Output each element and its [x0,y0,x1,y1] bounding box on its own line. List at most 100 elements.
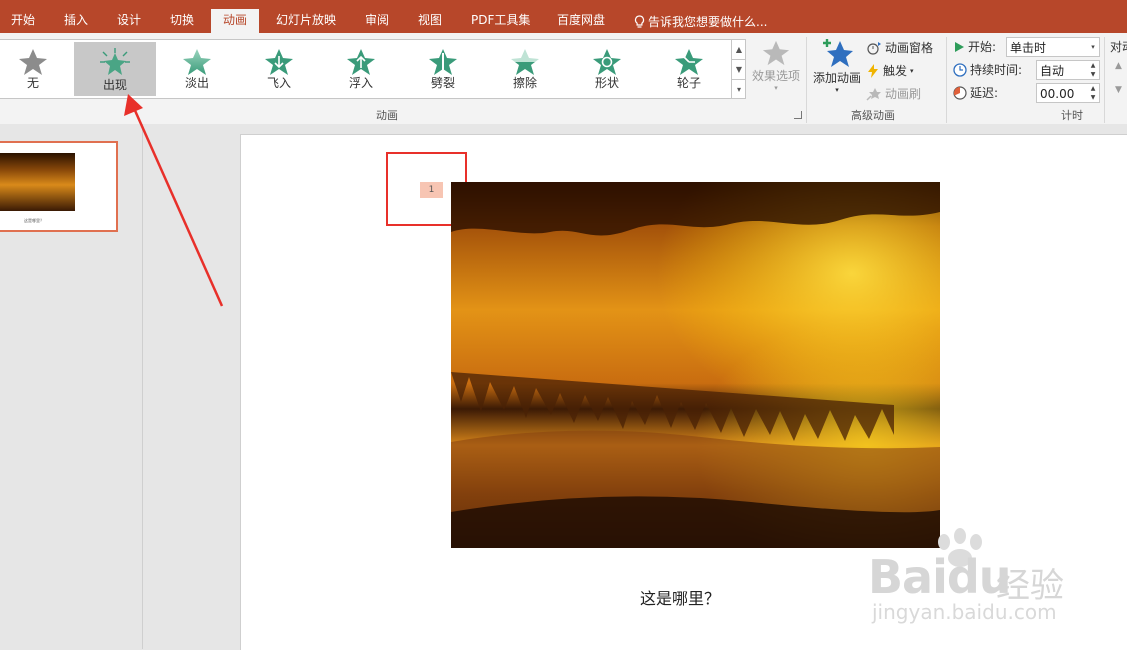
tell-me-text: 告诉我您想要做什么... [648,15,768,29]
ribbon-animations: 无 出现 淡出 飞入 浮入 劈裂 擦除 形状 轮子 ▲ ▼ ▾ 效果选项 ▾ 动… [0,33,1127,125]
anim-label: 形状 [594,76,619,90]
duration-stepper[interactable]: ▲ ▼ [1087,61,1099,79]
duration-label-text: 持续时间: [970,63,1023,77]
star-burst-icon [100,48,130,75]
separator [946,37,947,123]
chevron-down-icon: ▾ [1091,43,1095,51]
anim-wheel[interactable]: 轮子 [648,42,730,96]
baidu-jingyan-watermark: Baidu 经验 jingyan.baidu.com [868,528,1098,628]
delay-field[interactable]: 00.00 ▲ ▼ [1036,83,1100,103]
lightbulb-icon [634,15,645,28]
anim-label: 浮入 [348,76,373,90]
anim-label: 擦除 [512,76,537,90]
tab-view[interactable]: 视图 [418,0,442,33]
effect-options-label: 效果选项 [751,69,800,83]
star-split-icon [429,49,457,75]
animation-pane-label: 动画窗格 [885,41,934,55]
star-float-in-icon [347,49,375,75]
cave-image [451,182,940,548]
slide-thumbnail-1[interactable]: 这是哪里？ [0,141,118,232]
watermark-url: jingyan.baidu.com [872,600,1057,624]
slide-caption[interactable]: 这是哪里？ [640,585,720,609]
duration-field[interactable]: 自动 ▲ ▼ [1036,60,1100,80]
anim-label: 飞入 [266,76,291,90]
star-shape-icon [593,49,621,75]
anim-label: 轮子 [676,76,701,90]
tab-design[interactable]: 设计 [117,0,141,33]
separator [806,37,807,123]
tab-home[interactable]: 开始 [11,0,35,33]
effect-options-button[interactable]: 效果选项 ▾ [751,39,801,92]
chevron-down-icon: ▾ [910,66,914,75]
tab-review[interactable]: 审阅 [365,0,389,33]
star-wipe-icon [511,49,539,75]
lightning-icon [868,63,878,78]
animation-painter-icon [866,87,881,101]
anim-float-in[interactable]: 浮入 [320,42,402,96]
animation-painter-button[interactable]: 动画刷 [866,85,921,102]
anim-label: 劈裂 [430,76,455,90]
start-dropdown[interactable]: 单击时 ▾ [1006,37,1100,57]
play-icon [955,41,964,52]
anim-none[interactable]: 无 [0,42,74,96]
star-wheel-icon [675,49,703,75]
star-fade-icon [183,49,211,75]
delay-clock-icon [953,85,967,100]
anim-shape[interactable]: 形状 [566,42,648,96]
gallery-down-button[interactable]: ▼ [732,60,746,80]
gallery-up-button[interactable]: ▲ [732,40,746,60]
anim-label: 无 [26,76,39,90]
ribbon-tab-bar: 开始 插入 设计 切换 动画 幻灯片放映 审阅 视图 PDF工具集 百度网盘 告… [0,0,1127,33]
start-value: 单击时 [1010,41,1047,55]
move-earlier-icon[interactable]: ▲ [1115,61,1122,71]
chevron-down-icon: ▾ [774,84,778,92]
add-animation-button[interactable]: 添加动画 ▾ [811,37,863,94]
dialog-launcher-icon[interactable] [794,111,802,119]
timing-delay-label: 延迟: [953,84,998,101]
anim-label: 出现 [102,78,127,92]
animation-gallery: 无 出现 淡出 飞入 浮入 劈裂 擦除 形状 轮子 [0,39,746,99]
separator [1104,37,1105,123]
reorder-animation-label: 对动 [1110,40,1127,54]
tab-pdf-tools[interactable]: PDF工具集 [471,0,530,33]
tab-animations[interactable]: 动画 [211,9,260,33]
add-star-icon [823,39,853,67]
thumbnail-image [0,153,75,211]
gallery-scroll: ▲ ▼ ▾ [731,40,746,98]
animation-pane-icon [867,41,881,55]
duration-value: 自动 [1040,64,1065,78]
anim-label: 淡出 [184,76,209,90]
group-label-timing: 计时 [1061,109,1083,122]
tab-slideshow[interactable]: 幻灯片放映 [276,0,336,33]
star-fly-in-icon [265,49,293,75]
tell-me-box[interactable]: 告诉我您想要做什么... [634,13,767,30]
tab-transitions[interactable]: 切换 [170,0,194,33]
delay-label-text: 延迟: [970,86,999,100]
animation-painter-label: 动画刷 [885,87,922,101]
tab-baidu-netdisk[interactable]: 百度网盘 [557,0,605,33]
cave-photo[interactable] [451,182,940,548]
group-label-advanced: 高级动画 [851,109,895,122]
add-animation-label: 添加动画 [812,71,861,85]
gallery-more-button[interactable]: ▾ [732,80,746,99]
anim-fade[interactable]: 淡出 [156,42,238,96]
trigger-button[interactable]: 触发 ▾ [866,62,914,79]
tab-insert[interactable]: 插入 [64,0,88,33]
star-gray-icon [19,49,47,75]
timing-start-label: 开始: [953,38,996,55]
trigger-label: 触发 [883,64,908,78]
thumbnail-caption: 这是哪里？ [24,218,44,223]
delay-value: 00.00 [1040,87,1075,101]
anim-split[interactable]: 劈裂 [402,42,484,96]
timing-duration-label: 持续时间: [953,61,1022,78]
anim-fly-in[interactable]: 飞入 [238,42,320,96]
clock-icon [953,62,967,77]
anim-appear[interactable]: 出现 [74,42,156,96]
star-options-icon [762,40,790,66]
start-label-text: 开始: [968,40,997,54]
animation-pane-button[interactable]: 动画窗格 [866,39,933,56]
delay-stepper[interactable]: ▲ ▼ [1087,84,1099,102]
anim-wipe[interactable]: 擦除 [484,42,566,96]
watermark-brand: Baidu [868,550,1012,604]
move-later-icon[interactable]: ▼ [1115,85,1122,95]
